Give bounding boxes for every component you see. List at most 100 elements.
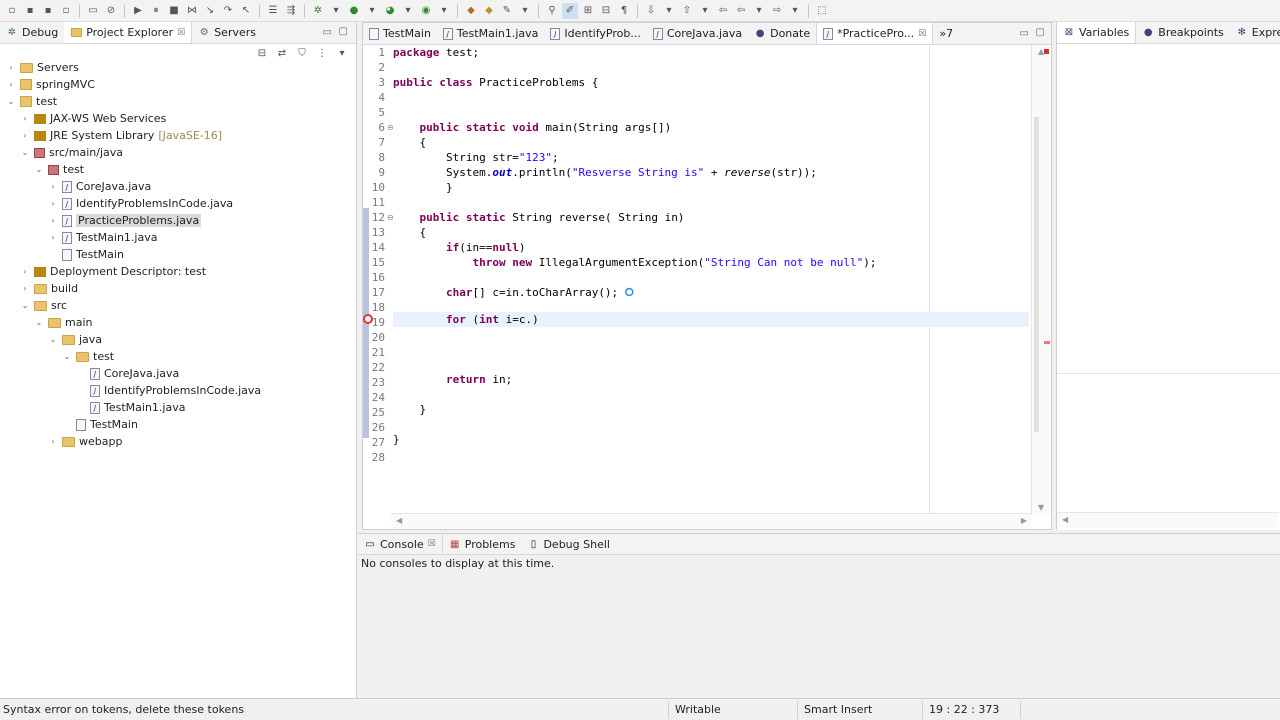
- chevron-right-icon[interactable]: ›: [6, 80, 16, 89]
- code-line-error[interactable]: for (int i=c.): [393, 312, 539, 327]
- code-line[interactable]: public static void main(String args[]): [393, 120, 672, 135]
- resume-icon[interactable]: ▶: [130, 3, 146, 19]
- more-tabs-button[interactable]: »7: [933, 23, 959, 44]
- error-position-marker[interactable]: [1044, 341, 1050, 344]
- tab-breakpoints[interactable]: ● Breakpoints: [1136, 22, 1230, 43]
- status-insert-mode[interactable]: Smart Insert: [804, 703, 872, 716]
- tab-donate[interactable]: ● Donate: [748, 23, 816, 44]
- link-with-editor-icon[interactable]: ⇄: [274, 45, 290, 61]
- tree-item[interactable]: › JAX-WS Web Services: [20, 110, 166, 127]
- code-line[interactable]: String str="123";: [393, 150, 559, 165]
- scroll-left-icon[interactable]: ◀: [1062, 515, 1068, 524]
- search-icon[interactable]: ⚲: [544, 3, 560, 19]
- chevron-right-icon[interactable]: ›: [48, 216, 58, 225]
- code-line[interactable]: return in;: [393, 372, 512, 387]
- chevron-right-icon[interactable]: ›: [48, 199, 58, 208]
- tree-item[interactable]: J CoreJava.java: [76, 365, 179, 382]
- code-line[interactable]: {: [393, 135, 426, 150]
- tree-item[interactable]: › Deployment Descriptor: test: [20, 263, 206, 280]
- maximize-icon[interactable]: ▢: [1036, 27, 1045, 38]
- new-icon[interactable]: ▫: [4, 3, 20, 19]
- minimize-icon[interactable]: ▭: [1020, 28, 1029, 39]
- editor-horizontal-scrollbar[interactable]: ◀ ▶: [391, 513, 1031, 529]
- tab-expressions[interactable]: ✻Expressio: [1230, 22, 1280, 43]
- chevron-down-icon[interactable]: ▾: [787, 3, 803, 19]
- fold-icon[interactable]: ⊖: [387, 213, 394, 222]
- forward-icon[interactable]: ⇨: [769, 3, 785, 19]
- chevron-down-icon[interactable]: ▾: [400, 3, 416, 19]
- terminal-icon[interactable]: ▭: [85, 3, 101, 19]
- chevron-down-icon[interactable]: ⌄: [48, 335, 58, 344]
- tab-identifyproblems[interactable]: J IdentifyProb...: [544, 23, 646, 44]
- new-java-project-icon[interactable]: ◆: [463, 3, 479, 19]
- tree-item[interactable]: ⌄ src: [20, 297, 67, 314]
- scroll-down-icon[interactable]: ▼: [1038, 503, 1044, 512]
- terminate-icon[interactable]: ■: [166, 3, 182, 19]
- chevron-down-icon[interactable]: ▾: [364, 3, 380, 19]
- tab-debug-shell[interactable]: ▯ Debug Shell: [521, 534, 616, 554]
- chevron-down-icon[interactable]: ⌄: [6, 97, 16, 106]
- debug-icon[interactable]: ✲: [310, 3, 326, 19]
- tree-item[interactable]: ⌄ test: [6, 93, 57, 110]
- code-line[interactable]: }: [393, 180, 453, 195]
- code-line[interactable]: char[] c=in.toCharArray(); ⭘: [393, 285, 634, 300]
- chevron-down-icon[interactable]: ▾: [697, 3, 713, 19]
- new-wizard-icon[interactable]: ✎: [499, 3, 515, 19]
- tab-testmain1[interactable]: J TestMain1.java: [437, 23, 544, 44]
- tree-item[interactable]: TestMain: [48, 246, 124, 263]
- right-horizontal-scrollbar[interactable]: ◀: [1057, 512, 1279, 528]
- chevron-right-icon[interactable]: ›: [48, 182, 58, 191]
- chevron-right-icon[interactable]: ›: [48, 437, 58, 446]
- tree-item[interactable]: J IdentifyProblemsInCode.java: [76, 382, 261, 399]
- step-over-icon[interactable]: ↷: [220, 3, 236, 19]
- code-line[interactable]: if(in==null): [393, 240, 526, 255]
- chevron-down-icon[interactable]: ▾: [751, 3, 767, 19]
- error-marker-icon[interactable]: [363, 314, 373, 324]
- close-icon[interactable]: ☒: [428, 539, 436, 549]
- tree-item[interactable]: › Servers: [6, 59, 78, 76]
- show-whitespace-icon[interactable]: ¶: [616, 3, 632, 19]
- close-icon[interactable]: ☒: [918, 29, 926, 39]
- chevron-right-icon[interactable]: ›: [6, 63, 16, 72]
- status-cursor-position[interactable]: 19 : 22 : 373: [929, 703, 999, 716]
- tab-console[interactable]: ▭ Console ☒: [358, 534, 443, 554]
- chevron-down-icon[interactable]: ⋮: [314, 45, 330, 61]
- coverage-icon[interactable]: ◕: [382, 3, 398, 19]
- run-icon[interactable]: ●: [346, 3, 362, 19]
- tree-item[interactable]: TestMain: [62, 416, 138, 433]
- chevron-down-icon[interactable]: ⌄: [34, 318, 44, 327]
- open-type-icon[interactable]: ◆: [481, 3, 497, 19]
- collapse-all-icon[interactable]: ⊟: [254, 45, 270, 61]
- editor-vertical-scrollbar[interactable]: ▲ ▼: [1031, 45, 1051, 515]
- code-line[interactable]: public class PracticeProblems {: [393, 75, 598, 90]
- tree-item[interactable]: ⌄ src/main/java: [20, 144, 123, 161]
- minimize-icon[interactable]: ▭: [323, 27, 332, 38]
- code-line[interactable]: }: [393, 432, 400, 447]
- use-step-filters-icon[interactable]: ⇶: [283, 3, 299, 19]
- toggle-breadcrumb-icon[interactable]: ⊟: [598, 3, 614, 19]
- maximize-icon[interactable]: ▢: [339, 26, 348, 37]
- scroll-thumb[interactable]: [1034, 117, 1039, 432]
- external-tools-icon[interactable]: ◉: [418, 3, 434, 19]
- tree-item[interactable]: › springMVC: [6, 76, 95, 93]
- tree-item[interactable]: › webapp: [48, 433, 122, 450]
- print-icon[interactable]: ▫: [58, 3, 74, 19]
- tree-item[interactable]: J TestMain1.java: [76, 399, 185, 416]
- tab-variables[interactable]: ⊠ Variables: [1057, 22, 1137, 43]
- tree-item[interactable]: ⌄ main: [34, 314, 93, 331]
- tab-project-explorer[interactable]: Project Explorer ☒: [64, 22, 193, 43]
- suspend-icon[interactable]: ⏸: [148, 3, 164, 19]
- previous-annotation-icon[interactable]: ⇧: [679, 3, 695, 19]
- view-menu-icon[interactable]: ▾: [334, 45, 350, 61]
- chevron-down-icon[interactable]: ⌄: [34, 165, 44, 174]
- chevron-down-icon[interactable]: ▾: [328, 3, 344, 19]
- tab-testmain[interactable]: TestMain: [363, 23, 437, 44]
- disconnect-icon[interactable]: ⋈: [184, 3, 200, 19]
- chevron-down-icon[interactable]: ⌄: [20, 148, 30, 157]
- code-line[interactable]: throw new IllegalArgumentException("Stri…: [393, 255, 876, 270]
- next-annotation-icon[interactable]: ⇩: [643, 3, 659, 19]
- chevron-right-icon[interactable]: ›: [20, 131, 30, 140]
- save-icon[interactable]: ▪: [22, 3, 38, 19]
- tree-item[interactable]: ⌄ java: [48, 331, 102, 348]
- tab-practiceproblems[interactable]: J *PracticePro... ☒: [816, 23, 934, 44]
